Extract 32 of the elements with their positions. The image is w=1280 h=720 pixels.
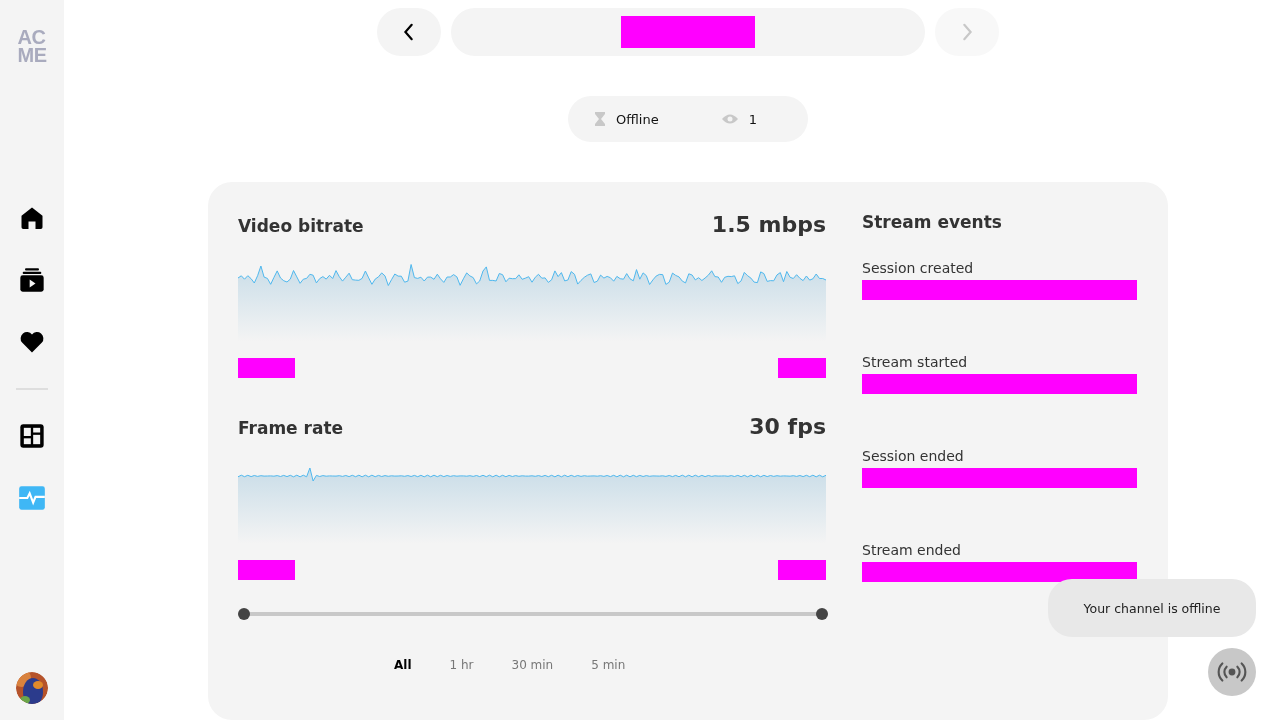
redacted-block — [238, 358, 295, 378]
time-filter-tab[interactable]: 1 hr — [449, 658, 474, 672]
time-filter-tab[interactable]: All — [394, 658, 412, 672]
slider-handle[interactable] — [238, 608, 250, 620]
time-filter-tab[interactable]: 30 min — [511, 658, 554, 672]
slider-handle[interactable] — [816, 608, 828, 620]
toast-message: Your channel is offline — [1048, 579, 1256, 637]
dashboard-nav-icon[interactable] — [18, 422, 46, 450]
metric-value: 30 fps — [749, 414, 826, 439]
broadcast-icon — [1217, 661, 1247, 683]
section-title: Stream events — [862, 212, 1003, 232]
chart-title: Video bitrate — [238, 216, 364, 236]
eye-icon — [720, 113, 739, 125]
chevron-right-icon — [961, 23, 973, 41]
event-label: Session created — [862, 260, 975, 276]
viewer-count: 1 — [748, 111, 757, 127]
chart-title: Frame rate — [238, 418, 344, 438]
event-label: Stream started — [862, 354, 969, 370]
event-label: Session ended — [862, 448, 965, 464]
broadcast-button[interactable] — [1208, 648, 1256, 696]
redacted-block — [778, 560, 826, 580]
hourglass-icon — [594, 111, 606, 127]
redacted-block — [238, 560, 295, 580]
metric-value: 1.5 mbps — [711, 212, 826, 237]
status-text: Offline — [616, 111, 659, 127]
range-slider[interactable] — [238, 608, 828, 620]
time-filter-tab[interactable]: 5 min — [591, 658, 626, 672]
event-label: Stream ended — [862, 542, 962, 558]
address-bar[interactable] — [451, 8, 925, 56]
redacted-block — [778, 358, 826, 378]
chevron-left-icon — [403, 23, 415, 41]
library-nav-icon[interactable] — [18, 266, 46, 294]
